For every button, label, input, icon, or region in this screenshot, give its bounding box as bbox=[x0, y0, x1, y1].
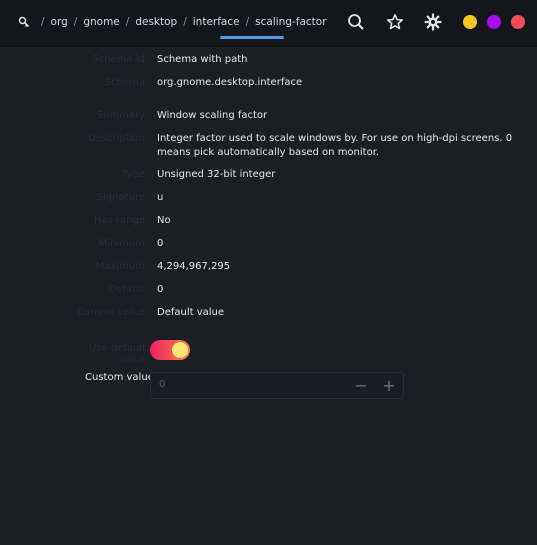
property-value: u bbox=[157, 192, 164, 203]
gear-icon bbox=[424, 13, 442, 31]
property-label: Schema bbox=[104, 77, 145, 88]
property-value: 0 bbox=[157, 238, 164, 249]
breadcrumb-separator: / bbox=[41, 16, 45, 28]
property-label: Description bbox=[88, 133, 145, 144]
property-label: Maximum bbox=[95, 261, 145, 272]
property-value: Unsigned 32-bit integer bbox=[157, 169, 276, 180]
property-value: Integer factor used to scale windows by.… bbox=[157, 133, 513, 158]
decrement-button[interactable]: − bbox=[351, 376, 371, 396]
property-value: No bbox=[157, 215, 171, 226]
property-label: Summary bbox=[96, 110, 145, 121]
property-value: 0 bbox=[157, 284, 164, 295]
custom-value-field[interactable]: 0 bbox=[159, 379, 165, 390]
property-value: 4,294,967,295 bbox=[157, 261, 231, 272]
property-label: Minimum bbox=[98, 238, 145, 249]
increment-button[interactable]: + bbox=[379, 376, 399, 396]
breadcrumb-org[interactable]: org bbox=[48, 16, 71, 28]
search-button[interactable] bbox=[346, 12, 366, 32]
property-value: Schema with path bbox=[157, 54, 248, 65]
breadcrumb-separator: / bbox=[183, 16, 187, 28]
property-label: Schema id bbox=[92, 54, 145, 65]
property-value: org.gnome.desktop.interface bbox=[157, 77, 303, 88]
property-label: Type bbox=[122, 169, 145, 180]
search-icon bbox=[348, 14, 364, 30]
breadcrumb-desktop[interactable]: desktop bbox=[132, 16, 180, 28]
star-icon bbox=[387, 14, 403, 30]
breadcrumb-interface[interactable]: interface bbox=[190, 16, 243, 28]
breadcrumb-gnome[interactable]: gnome bbox=[80, 16, 122, 28]
minimize-button[interactable] bbox=[463, 15, 477, 29]
custom-value-label: Custom value bbox=[85, 372, 154, 383]
header-bar: / org / gnome / desktop / interface / sc… bbox=[0, 0, 537, 47]
property-label: Signature bbox=[96, 192, 145, 203]
property-label: Default bbox=[108, 284, 145, 295]
bookmark-button[interactable] bbox=[385, 12, 405, 32]
use-default-toggle[interactable] bbox=[150, 340, 190, 360]
property-value: Window scaling factor bbox=[157, 110, 268, 121]
breadcrumb-separator: / bbox=[125, 16, 130, 28]
root-path-icon[interactable] bbox=[18, 16, 30, 28]
breadcrumb-scaling-factor[interactable]: scaling-factor bbox=[252, 16, 329, 28]
breadcrumb-separator: / bbox=[73, 16, 78, 28]
close-button[interactable] bbox=[511, 15, 525, 29]
property-label: Has range bbox=[93, 215, 145, 226]
settings-button[interactable] bbox=[423, 12, 443, 32]
maximize-button[interactable] bbox=[487, 15, 501, 29]
property-value: Default value bbox=[157, 307, 225, 318]
breadcrumb-separator: / bbox=[245, 16, 250, 28]
use-default-label: Use default value bbox=[88, 343, 146, 365]
property-label: Current value bbox=[76, 307, 145, 318]
toggle-knob bbox=[172, 342, 188, 358]
custom-value-spinbutton[interactable]: 0 − + bbox=[150, 372, 404, 399]
active-segment-underline bbox=[220, 36, 284, 39]
